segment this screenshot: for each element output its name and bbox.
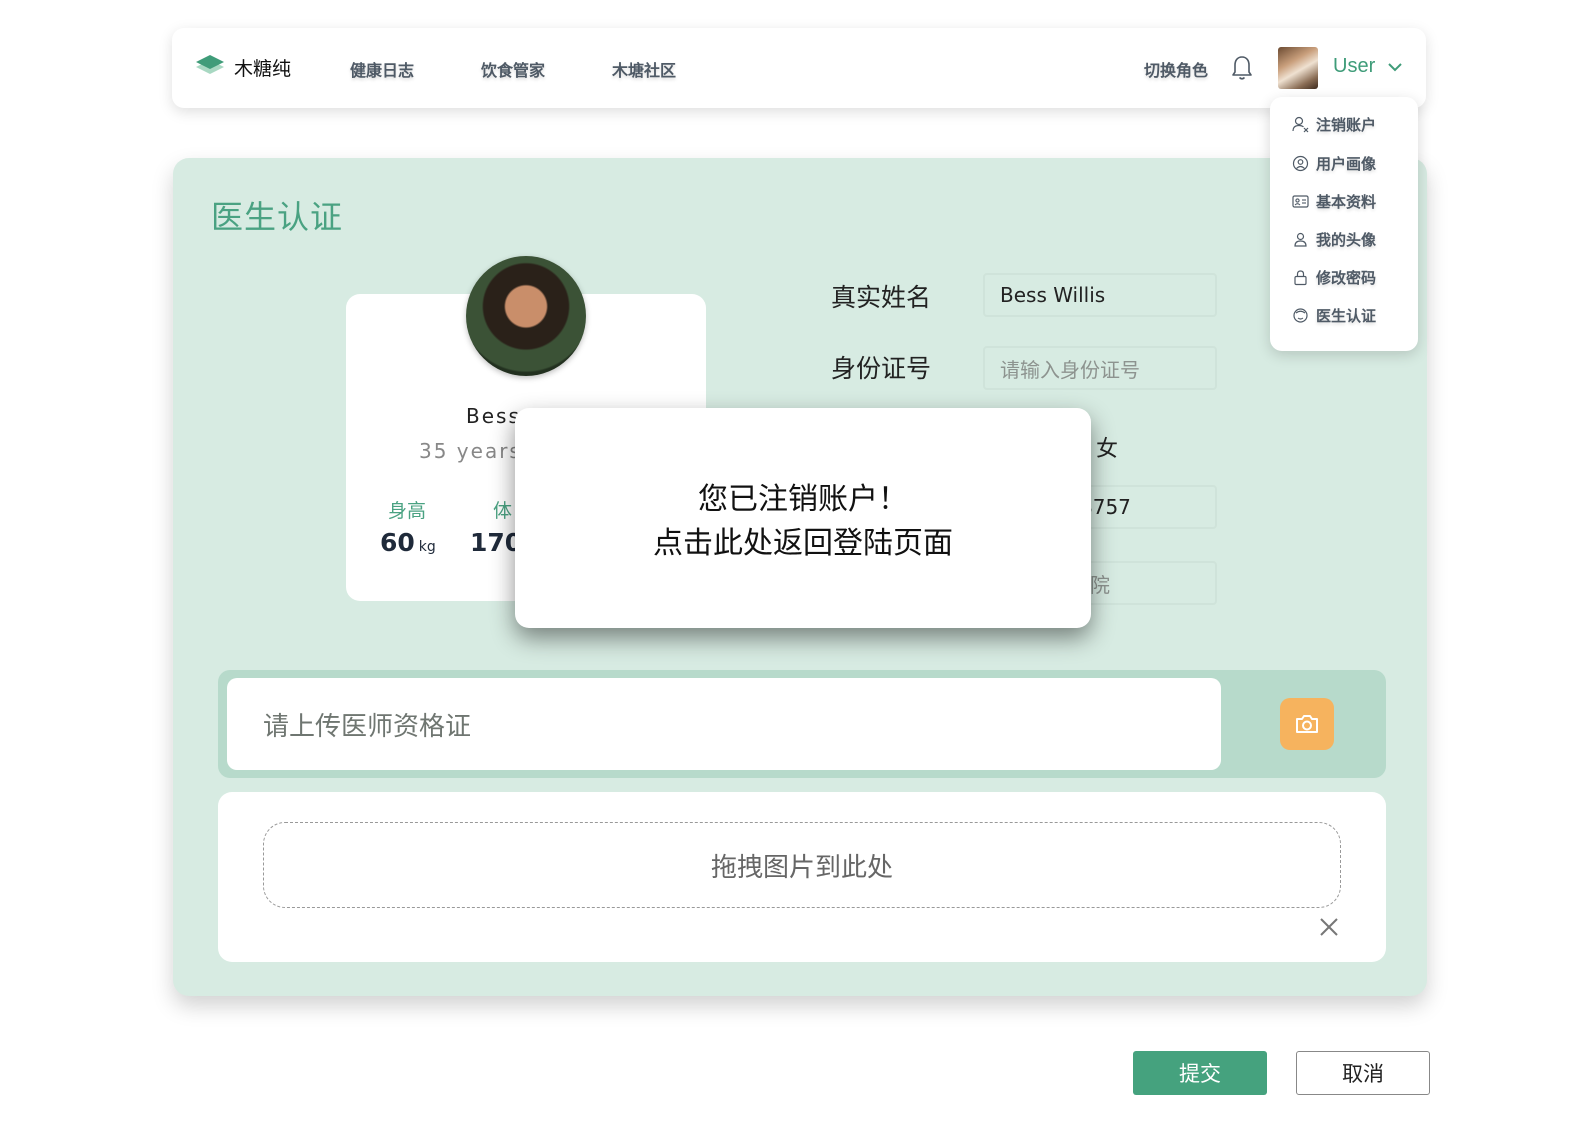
menu-item-doctor-cert[interactable]: 医生认证 <box>1292 305 1376 326</box>
profile-age: 35 years <box>419 439 522 463</box>
stat-label-weight: 体 <box>493 500 513 522</box>
real-name-field[interactable]: Bess Willis <box>983 273 1217 317</box>
camera-icon <box>1296 715 1318 733</box>
switch-role-link[interactable]: 切换角色 <box>1144 57 1208 81</box>
profile-avatar[interactable] <box>466 256 586 376</box>
profile-name: Bess <box>466 404 521 428</box>
menu-item-basic-info[interactable]: 基本资料 <box>1292 191 1376 212</box>
menu-item-cancel-account[interactable]: 注销账户 <box>1292 114 1376 135</box>
return-to-login-link[interactable]: 点击此处返回登陆页面 <box>515 518 1091 562</box>
stat-value-height: 60 kg <box>380 528 436 557</box>
menu-item-label: 基本资料 <box>1316 193 1377 211</box>
id-number-placeholder: 请输入身份证号 <box>1000 357 1140 382</box>
user-dropdown-menu: 注销账户 用户画像 基本资料 我的头像 修改密码 医生认证 <box>1270 97 1418 351</box>
image-drop-panel: 拖拽图片到此处 <box>218 792 1386 962</box>
certificate-upload-input[interactable]: 请上传医师资格证 <box>227 678 1221 770</box>
layers-icon <box>196 55 224 74</box>
stat-label-height: 身高 <box>388 500 427 522</box>
menu-item-label: 用户画像 <box>1316 155 1377 173</box>
id-number-label: 身份证号 <box>831 354 932 383</box>
cancel-button[interactable]: 取消 <box>1296 1051 1430 1095</box>
menu-item-change-password[interactable]: 修改密码 <box>1292 267 1376 288</box>
menu-item-label: 医生认证 <box>1316 307 1377 325</box>
hospital-placeholder: 院 <box>1090 572 1110 597</box>
modal-message: 您已注销账户！ <box>698 482 908 517</box>
bell-icon[interactable] <box>1230 54 1254 82</box>
stat-unit: kg <box>418 539 436 555</box>
lock-icon <box>1294 270 1307 286</box>
real-name-label: 真实姓名 <box>831 283 932 312</box>
logo[interactable]: 木糖纯 <box>194 52 291 82</box>
menu-item-my-avatar[interactable]: 我的头像 <box>1292 229 1376 250</box>
close-icon[interactable] <box>1318 916 1340 938</box>
logo-text: 木糖纯 <box>234 57 292 80</box>
user-circle-icon <box>1292 155 1309 172</box>
submit-button[interactable]: 提交 <box>1133 1051 1267 1095</box>
nav-diet-manager[interactable]: 饮食管家 <box>481 57 545 81</box>
gender-value[interactable]: 女 <box>1096 431 1118 463</box>
menu-item-label: 注销账户 <box>1316 116 1377 134</box>
top-navbar: 木糖纯 健康日志 饮食管家 木塘社区 切换角色 User <box>172 28 1426 108</box>
doctor-icon <box>1293 308 1308 323</box>
page-title: 医生认证 <box>211 198 344 236</box>
user-remove-icon <box>1292 116 1309 133</box>
image-drop-zone[interactable]: 拖拽图片到此处 <box>263 822 1341 908</box>
account-cancelled-modal[interactable]: 您已注销账户！ 点击此处返回登陆页面 <box>515 408 1091 628</box>
user-name[interactable]: User <box>1333 55 1375 78</box>
nav-health-log[interactable]: 健康日志 <box>350 57 414 81</box>
id-number-field[interactable]: 请输入身份证号 <box>983 346 1217 390</box>
menu-item-label: 我的头像 <box>1316 231 1377 249</box>
id-card-icon <box>1292 195 1309 208</box>
stat-number: 60 <box>380 528 415 557</box>
menu-item-user-profile[interactable]: 用户画像 <box>1292 153 1376 174</box>
drop-zone-text: 拖拽图片到此处 <box>710 852 893 883</box>
upload-placeholder: 请上传医师资格证 <box>263 711 472 742</box>
user-icon <box>1294 232 1307 247</box>
chevron-down-icon[interactable] <box>1387 59 1403 75</box>
nav-community[interactable]: 木塘社区 <box>612 57 676 81</box>
camera-button[interactable] <box>1280 698 1334 750</box>
real-name-value: Bess Willis <box>1000 283 1106 307</box>
menu-item-label: 修改密码 <box>1316 269 1377 287</box>
user-avatar[interactable] <box>1278 47 1318 89</box>
certificate-upload-bar: 请上传医师资格证 <box>218 670 1386 778</box>
